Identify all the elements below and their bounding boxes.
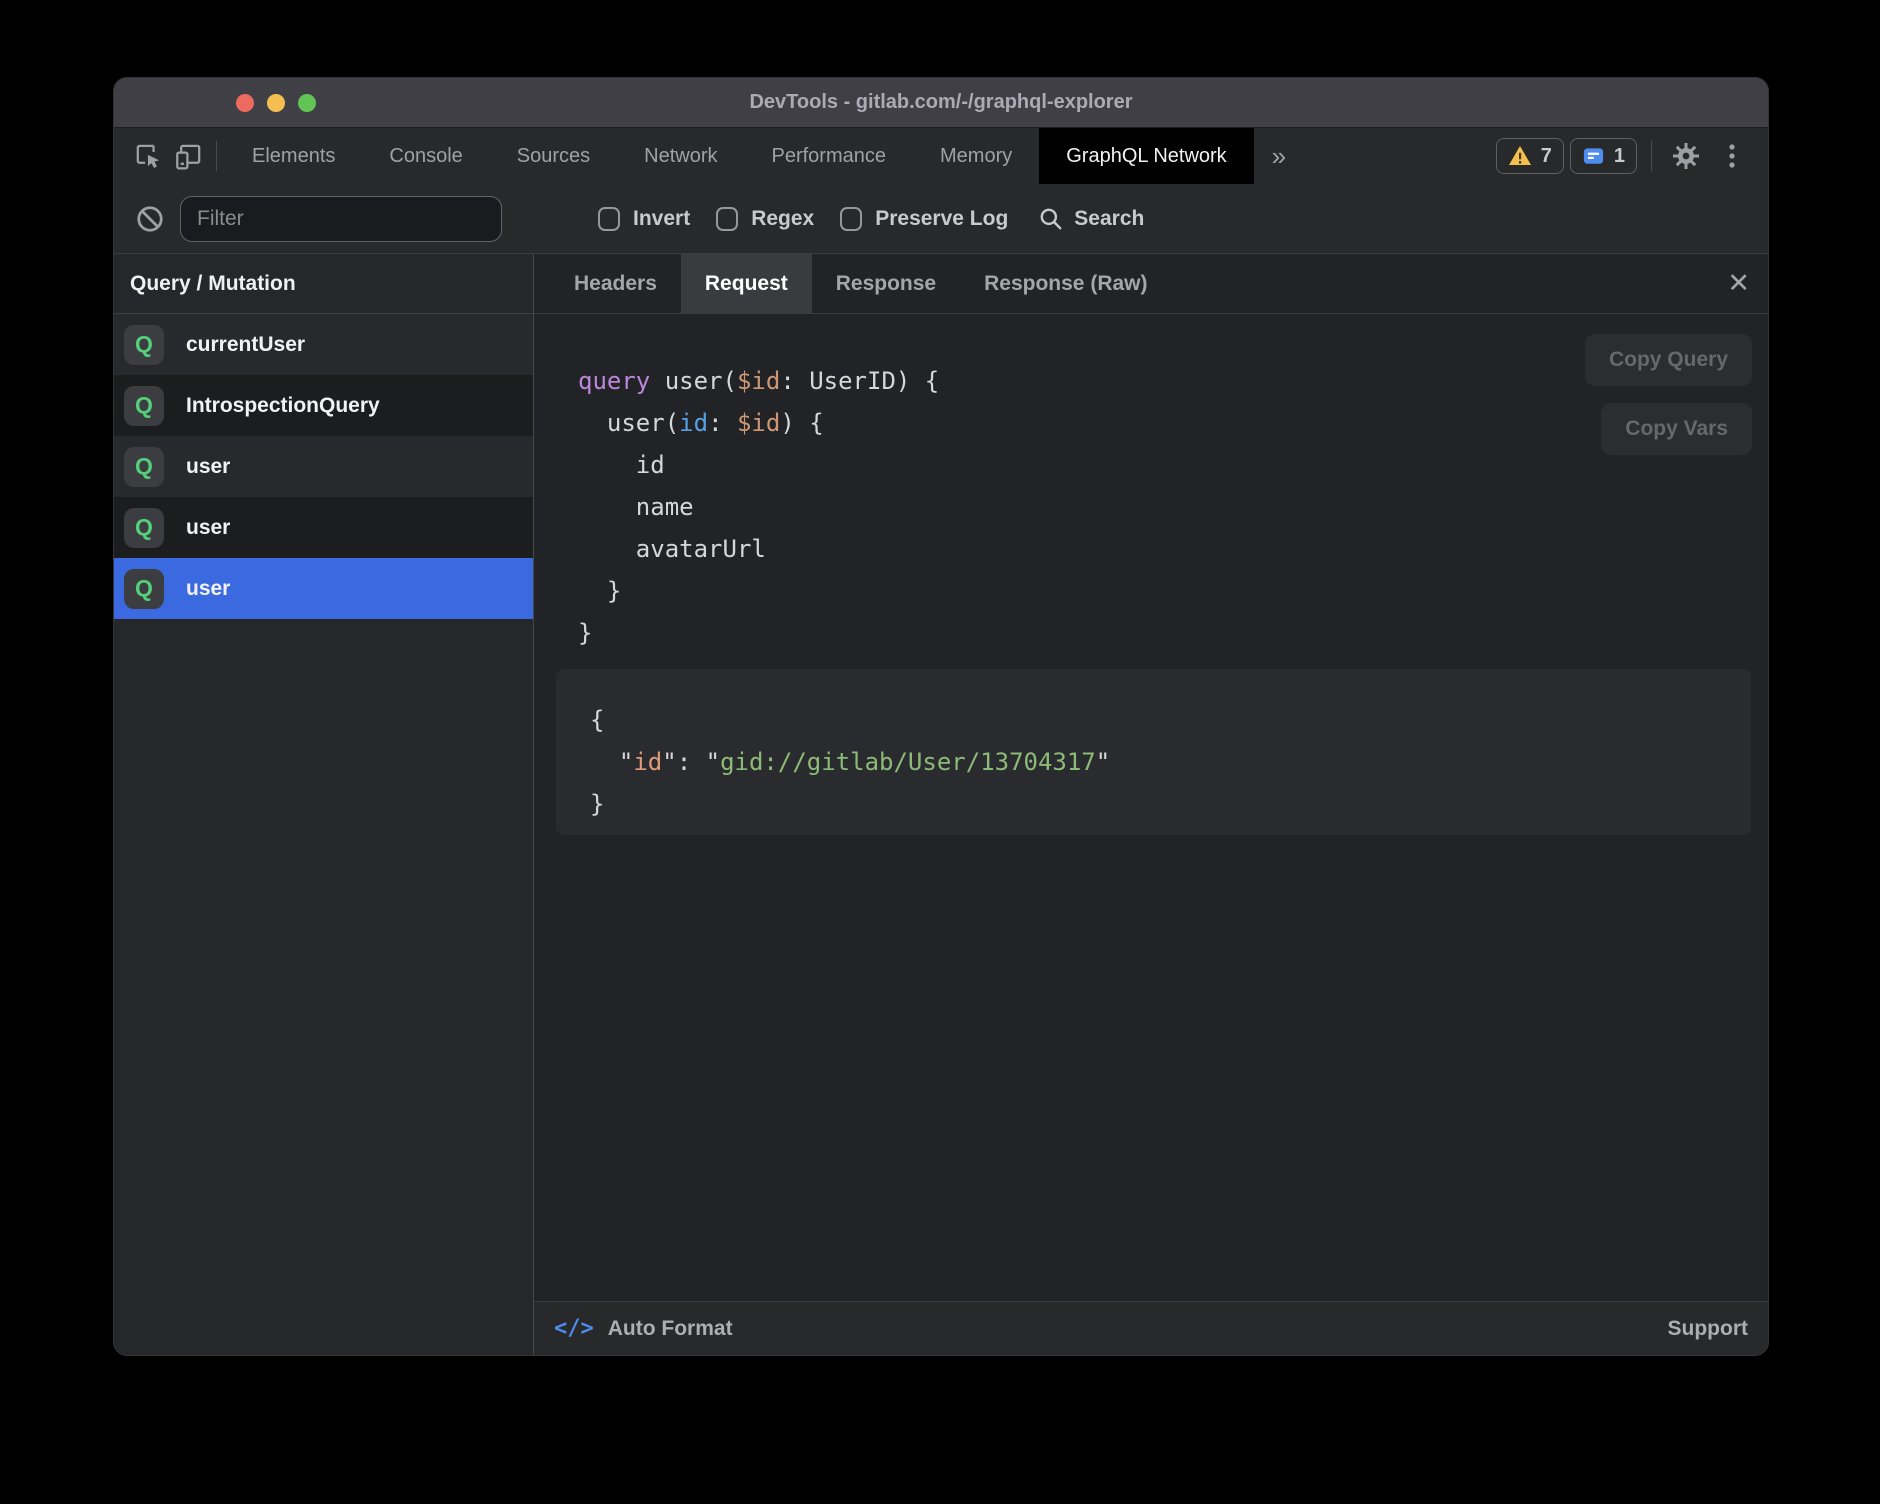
title-bar: DevTools - gitlab.com/-/graphql-explorer [114,78,1768,128]
window-controls [236,78,316,127]
tab-request[interactable]: Request [681,254,812,313]
preserve-log-checkbox[interactable] [840,207,862,231]
query-item-user-3-selected[interactable]: Q user [114,558,533,619]
query-list-panel: Query / Mutation Q currentUser Q Introsp… [114,254,534,1355]
tab-response-raw[interactable]: Response (Raw) [960,254,1171,313]
tab-console[interactable]: Console [362,128,489,184]
toolbar-divider [216,141,217,171]
detail-tab-bar: Headers Request Response Response (Raw) … [534,254,1768,314]
inspect-cursor-icon [135,143,162,170]
devtools-window: DevTools - gitlab.com/-/graphql-explorer… [113,77,1769,1356]
query-item-user-1[interactable]: Q user [114,436,533,497]
query-item-user-2[interactable]: Q user [114,497,533,558]
more-tabs-button[interactable]: » [1254,128,1304,184]
search-label: Search [1074,207,1144,231]
auto-format-button[interactable]: Auto Format [608,1317,733,1341]
minimize-window-button[interactable] [267,94,285,112]
tab-network[interactable]: Network [617,128,744,184]
regex-checkbox[interactable] [716,207,738,231]
tab-graphql-network[interactable]: GraphQL Network [1039,128,1253,184]
device-toolbar-button[interactable] [168,128,208,184]
tabbar-right-controls: 7 1 [1496,128,1768,184]
preserve-log-label: Preserve Log [875,207,1008,231]
query-item-label: user [186,455,230,479]
query-type-badge: Q [124,508,164,548]
warnings-badge[interactable]: 7 [1496,138,1564,174]
copy-buttons: Copy Query Copy Vars [1585,334,1752,455]
tab-elements[interactable]: Elements [225,128,362,184]
tab-performance[interactable]: Performance [745,128,914,184]
preserve-log-checkbox-group[interactable]: Preserve Log [840,207,1008,231]
query-type-badge: Q [124,325,164,365]
vertical-dots-icon [1720,142,1744,170]
gear-icon [1671,141,1701,171]
regex-checkbox-group[interactable]: Regex [716,207,814,231]
window-title: DevTools - gitlab.com/-/graphql-explorer [749,91,1132,114]
invert-checkbox-group[interactable]: Invert [598,207,690,231]
invert-label: Invert [633,207,690,231]
issues-count: 1 [1614,145,1625,168]
query-type-badge: Q [124,447,164,487]
clear-log-button[interactable] [130,204,170,234]
query-variables-box: { "id": "gid://gitlab/User/13704317"} [556,669,1751,835]
query-item-label: user [186,577,230,601]
tab-memory[interactable]: Memory [913,128,1039,184]
auto-format-icon: </> [554,1316,594,1341]
detail-footer: </> Auto Format Support [534,1301,1768,1355]
filter-input[interactable] [180,196,502,242]
devtools-tab-bar: Elements Console Sources Network Perform… [114,128,1768,184]
issues-message-icon [1582,145,1605,168]
query-type-badge: Q [124,569,164,609]
main-content: Query / Mutation Q currentUser Q Introsp… [114,254,1768,1355]
close-window-button[interactable] [236,94,254,112]
graphql-query-code: query user($id: UserID) { user(id: $id) … [578,360,939,654]
request-detail-panel: Headers Request Response Response (Raw) … [534,254,1768,1355]
maximize-window-button[interactable] [298,94,316,112]
query-item-label: IntrospectionQuery [186,394,380,418]
warning-triangle-icon [1508,144,1532,168]
query-item-introspectionquery[interactable]: Q IntrospectionQuery [114,375,533,436]
close-detail-icon[interactable]: ✕ [1727,254,1750,313]
regex-label: Regex [751,207,814,231]
query-list-header: Query / Mutation [114,254,533,314]
search-button[interactable]: Search [1038,206,1144,232]
query-item-currentuser[interactable]: Q currentUser [114,314,533,375]
badge-divider [1651,141,1652,171]
warning-count: 7 [1541,145,1552,168]
copy-vars-button[interactable]: Copy Vars [1601,403,1752,455]
query-type-badge: Q [124,386,164,426]
settings-gear-button[interactable] [1666,141,1706,171]
filter-toolbar: Invert Regex Preserve Log Search [114,184,1768,254]
support-link[interactable]: Support [1668,1317,1748,1341]
invert-checkbox[interactable] [598,207,620,231]
device-toolbar-icon [175,143,202,170]
search-icon [1038,206,1064,232]
tab-response[interactable]: Response [812,254,960,313]
query-item-label: currentUser [186,333,305,357]
request-content: query user($id: UserID) { user(id: $id) … [534,314,1768,1301]
kebab-menu-button[interactable] [1712,142,1752,170]
block-circle-icon [135,204,165,234]
issues-badge[interactable]: 1 [1570,138,1637,174]
query-item-label: user [186,516,230,540]
tab-headers[interactable]: Headers [550,254,681,313]
copy-query-button[interactable]: Copy Query [1585,334,1752,386]
inspect-element-button[interactable] [128,128,168,184]
tab-sources[interactable]: Sources [490,128,617,184]
